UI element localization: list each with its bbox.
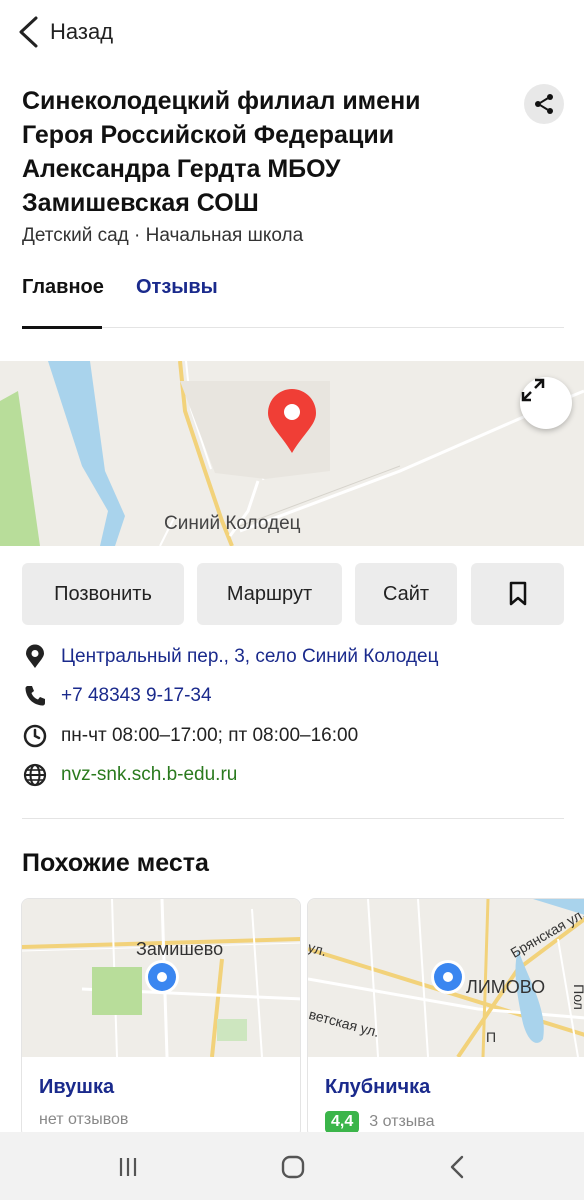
card-reviews: нет отзывов [39, 1111, 128, 1129]
reviews-count: 3 отзыва [369, 1113, 435, 1130]
route-button[interactable]: Маршрут [197, 563, 342, 625]
similar-place-card[interactable]: Замишево Ивушка нет отзывов [21, 898, 301, 1138]
map-label: Синий Колодец [164, 513, 301, 534]
clock-icon [23, 724, 47, 748]
location-pin-icon [26, 644, 44, 668]
home-icon [281, 1155, 305, 1179]
hours-row: пн-чт 08:00–17:00; пт 08:00–16:00 [22, 721, 358, 751]
location-dot-icon [431, 960, 465, 994]
card-name[interactable]: Ивушка [39, 1076, 114, 1099]
system-nav-bar [0, 1132, 584, 1200]
hours-text: пн-чт 08:00–17:00; пт 08:00–16:00 [61, 725, 359, 746]
map-preview[interactable]: Синий Колодец [0, 361, 584, 546]
card-map-street-label: Пол [570, 984, 584, 1010]
reviews-count: нет отзывов [39, 1111, 129, 1128]
card-map-preview: ЛИМОВО Брянская ул. ул. ветская ул. Пол … [308, 899, 584, 1057]
tab-reviews[interactable]: Отзывы [136, 276, 218, 299]
phone-row[interactable]: +7 48343 9-17-34 [22, 681, 212, 711]
website-row[interactable]: nvz-snk.sch.b-edu.ru [22, 760, 237, 790]
tab-bar: Главное Отзывы [22, 262, 564, 329]
expand-map-button[interactable] [520, 377, 572, 429]
home-button[interactable] [278, 1152, 308, 1182]
place-categories: Детский сад · Начальная школа [22, 225, 304, 246]
call-button[interactable]: Позвонить [22, 563, 184, 625]
globe-icon [23, 763, 47, 787]
location-dot-icon [145, 960, 179, 994]
back-label: Назад [50, 19, 114, 44]
phone-icon [25, 686, 45, 706]
bookmark-icon [509, 581, 526, 606]
website-link[interactable]: nvz-snk.sch.b-edu.ru [61, 764, 237, 786]
card-map-street-label: П [486, 1029, 497, 1045]
action-buttons: Позвонить Маршрут Сайт [22, 563, 564, 625]
card-map-graphic [22, 899, 300, 1057]
phone-text[interactable]: +7 48343 9-17-34 [61, 685, 212, 707]
chevron-left-icon [19, 16, 38, 48]
bookmark-button[interactable] [471, 563, 564, 625]
site-button[interactable]: Сайт [355, 563, 457, 625]
chevron-left-icon [450, 1155, 464, 1179]
similar-places-title: Похожие места [22, 849, 209, 877]
section-divider [22, 818, 564, 819]
card-name[interactable]: Клубничка [325, 1076, 430, 1099]
active-tab-indicator [22, 326, 102, 329]
card-map-preview: Замишево [22, 899, 300, 1057]
card-reviews: 4,4 3 отзыва [325, 1111, 435, 1133]
top-bar: Назад [0, 0, 584, 62]
back-button[interactable]: Назад [16, 12, 113, 52]
card-map-label: ЛИМОВО [466, 977, 546, 997]
card-map-label: Замишево [136, 939, 224, 959]
recent-apps-icon [119, 1158, 137, 1176]
rating-badge: 4,4 [325, 1111, 360, 1133]
place-title: Синеколодецкий филиал имени Героя Россий… [22, 87, 421, 217]
similar-place-card[interactable]: ЛИМОВО Брянская ул. ул. ветская ул. Пол … [307, 898, 584, 1138]
address-text[interactable]: Центральный пер., 3, село Синий Колодец [61, 646, 438, 668]
recent-apps-button[interactable] [113, 1152, 143, 1182]
tab-main[interactable]: Главное [22, 276, 104, 299]
expand-icon [521, 378, 545, 402]
system-back-button[interactable] [442, 1152, 472, 1182]
share-button[interactable] [524, 84, 564, 124]
address-row[interactable]: Центральный пер., 3, село Синий Колодец [22, 642, 438, 672]
share-icon [535, 94, 553, 114]
